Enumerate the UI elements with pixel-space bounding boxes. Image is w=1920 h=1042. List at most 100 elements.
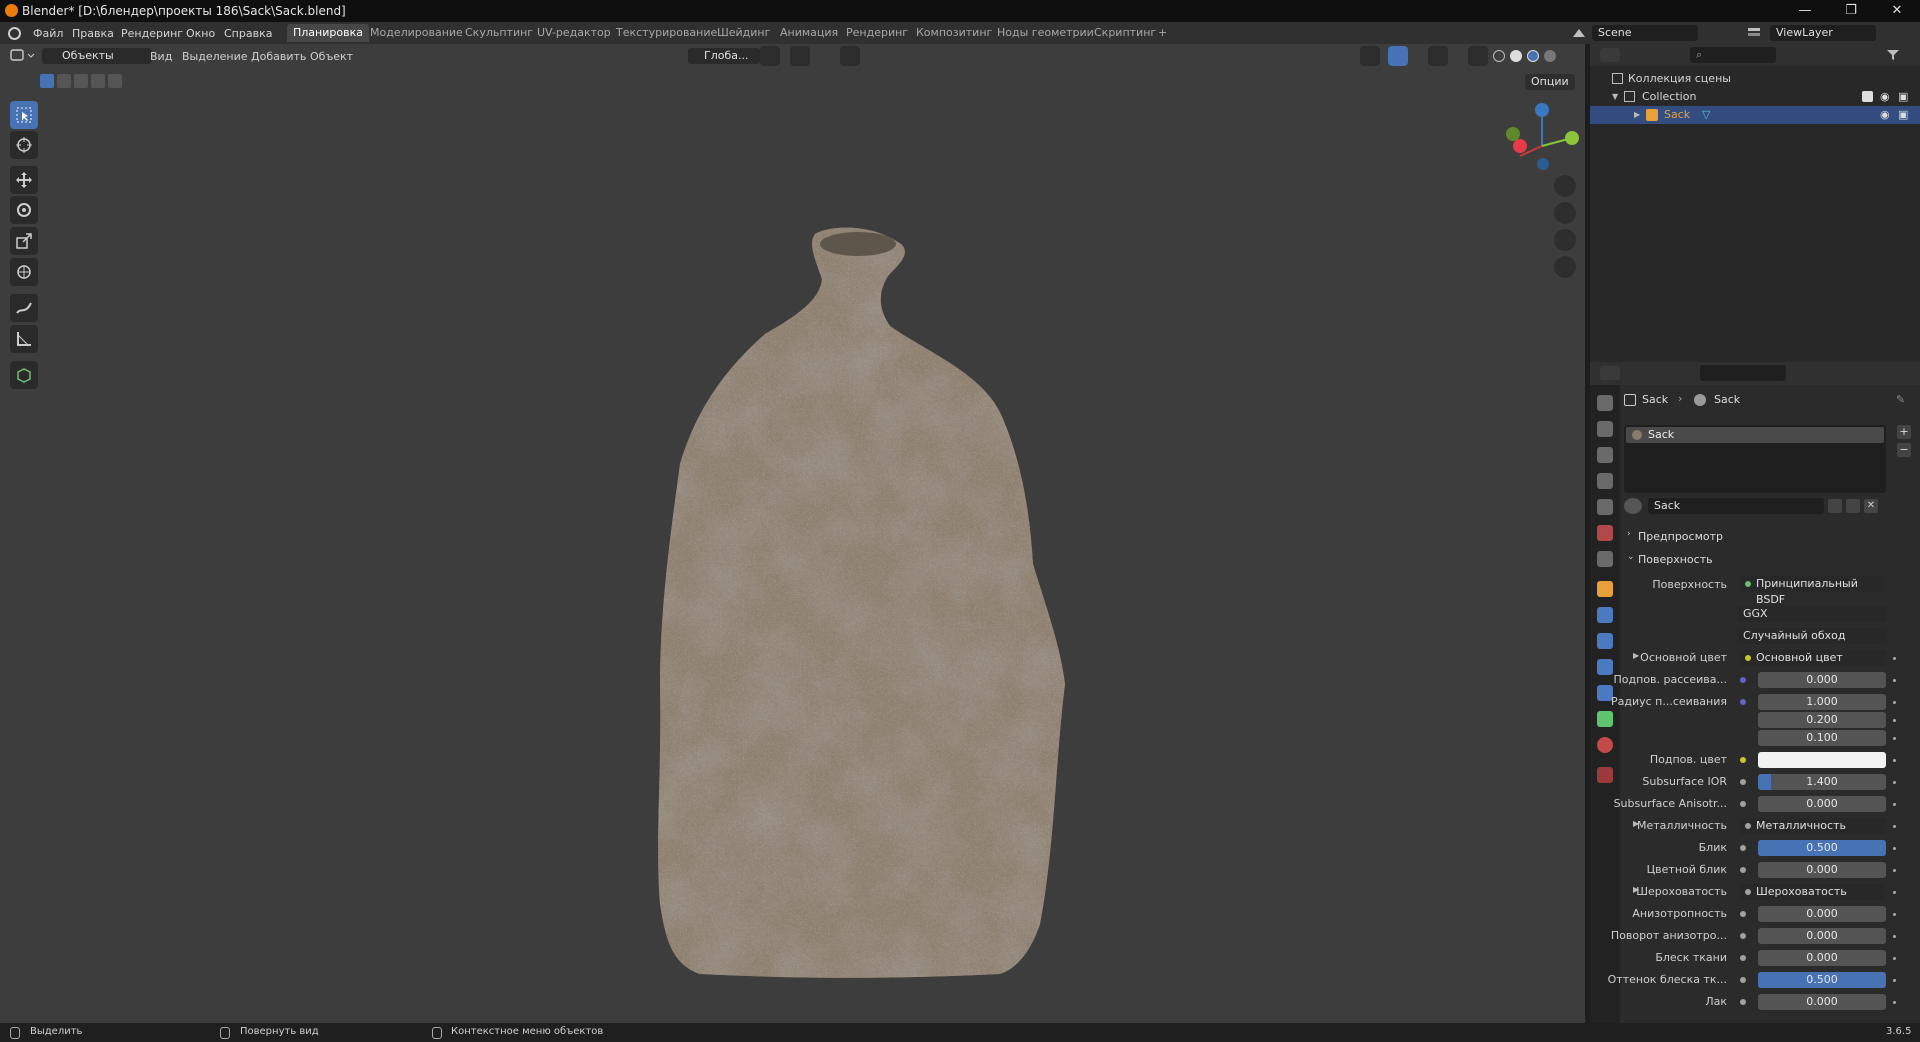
menu-edit[interactable]: Правка xyxy=(72,27,114,40)
rendered-shading-icon[interactable] xyxy=(1544,50,1556,62)
tab-geometry-nodes[interactable]: Ноды геометрии xyxy=(991,24,1100,42)
input-socket-icon[interactable] xyxy=(1740,955,1746,961)
restore-button[interactable]: ❐ xyxy=(1828,0,1874,22)
keyframe-dot-icon[interactable] xyxy=(1893,737,1896,740)
keyframe-dot-icon[interactable] xyxy=(1893,957,1896,960)
visibility-icon[interactable] xyxy=(1360,46,1380,66)
keyframe-dot-icon[interactable] xyxy=(1893,847,1896,850)
3d-viewport[interactable] xyxy=(0,44,1585,1023)
measure-tool[interactable] xyxy=(10,325,38,353)
select-extend-icon[interactable] xyxy=(57,74,71,88)
editor-type-icon[interactable] xyxy=(10,47,36,63)
wireframe-shading-icon[interactable] xyxy=(1493,50,1505,62)
mesh-data-tab-icon[interactable] xyxy=(1597,711,1613,727)
tab-shading[interactable]: Шейдинг xyxy=(711,24,776,42)
filter-icon[interactable] xyxy=(1886,48,1900,62)
view-layer-field[interactable]: ViewLayer xyxy=(1770,25,1876,41)
menu-file[interactable]: Файл xyxy=(33,27,63,40)
numeric-field[interactable]: 0.500 xyxy=(1758,972,1886,988)
rotate-tool[interactable] xyxy=(10,196,38,224)
tab-animation[interactable]: Анимация xyxy=(774,24,844,42)
fake-user-icon[interactable] xyxy=(1828,499,1842,513)
pin-icon[interactable]: ✎ xyxy=(1896,393,1905,406)
editor-type-icon[interactable] xyxy=(1600,366,1620,380)
properties-search-input[interactable] xyxy=(1700,365,1786,381)
neg-z-axis-icon[interactable] xyxy=(1537,158,1549,170)
collection-tab-icon[interactable] xyxy=(1597,551,1613,567)
close-button[interactable]: ✕ xyxy=(1874,0,1920,22)
input-socket-icon[interactable] xyxy=(1740,757,1746,763)
select-subtract-icon[interactable] xyxy=(74,74,88,88)
numeric-field[interactable]: 0.000 xyxy=(1758,672,1886,688)
keyframe-dot-icon[interactable] xyxy=(1893,719,1896,722)
keyframe-dot-icon[interactable] xyxy=(1893,891,1896,894)
keyframe-dot-icon[interactable] xyxy=(1893,979,1896,982)
xray-icon[interactable] xyxy=(1468,46,1488,66)
numeric-field[interactable]: 0.000 xyxy=(1758,862,1886,878)
x-axis-icon[interactable] xyxy=(1513,139,1527,153)
keyframe-dot-icon[interactable] xyxy=(1893,679,1896,682)
camera-icon[interactable]: ▣ xyxy=(1898,106,1908,124)
sack-model[interactable] xyxy=(0,44,1585,1023)
eye-icon[interactable]: ◉ xyxy=(1880,88,1890,106)
menu-render[interactable]: Рендеринг xyxy=(121,27,183,40)
subsurface-method-dropdown[interactable]: Случайный обход xyxy=(1737,628,1887,644)
linked-input-button[interactable]: Основной цвет xyxy=(1740,650,1886,666)
navigation-gizmo[interactable] xyxy=(1500,96,1584,176)
proportional-edit-icon[interactable] xyxy=(840,46,860,66)
numeric-field[interactable]: 0.100 xyxy=(1758,730,1886,746)
minimize-button[interactable]: — xyxy=(1782,0,1828,22)
keyframe-dot-icon[interactable] xyxy=(1893,759,1896,762)
add-workspace-button[interactable]: + xyxy=(1152,24,1173,42)
pan-hand-icon[interactable] xyxy=(1554,202,1576,224)
numeric-field[interactable]: 0.000 xyxy=(1758,950,1886,966)
render-tab-icon[interactable] xyxy=(1597,421,1613,437)
input-socket-icon[interactable] xyxy=(1740,911,1746,917)
material-browse-icon[interactable] xyxy=(1624,498,1642,514)
world-tab-icon[interactable] xyxy=(1597,525,1613,541)
y-axis-icon[interactable] xyxy=(1565,131,1579,145)
camera-view-icon[interactable] xyxy=(1554,229,1576,251)
cursor-tool[interactable] xyxy=(10,131,38,159)
duplicate-icon[interactable] xyxy=(1846,499,1860,513)
scale-tool[interactable] xyxy=(10,227,38,255)
tab-compositing[interactable]: Композитинг xyxy=(910,24,998,42)
numeric-field[interactable]: 0.000 xyxy=(1758,906,1886,922)
mesh-data-icon[interactable]: ▽ xyxy=(1702,106,1710,124)
chevron-down-icon[interactable]: ⌄ xyxy=(1627,552,1635,562)
output-tab-icon[interactable] xyxy=(1597,447,1613,463)
mode-selector[interactable]: Объекты xyxy=(42,48,152,64)
input-socket-icon[interactable] xyxy=(1740,933,1746,939)
input-socket-icon[interactable] xyxy=(1740,845,1746,851)
numeric-field[interactable]: 1.400 xyxy=(1758,774,1886,790)
input-socket-icon[interactable] xyxy=(1740,801,1746,807)
numeric-field[interactable]: 0.000 xyxy=(1758,796,1886,812)
keyframe-dot-icon[interactable] xyxy=(1893,803,1896,806)
pivot-point-icon[interactable] xyxy=(760,46,780,66)
material-shading-icon[interactable] xyxy=(1527,50,1539,62)
input-socket-icon[interactable] xyxy=(1740,977,1746,983)
outliner-row-collection[interactable]: ▼ Collection ◉ ▣ xyxy=(1590,88,1920,106)
numeric-field[interactable]: 0.000 xyxy=(1758,928,1886,944)
chevron-right-icon[interactable]: › xyxy=(1627,529,1631,539)
outliner-row-sack[interactable]: ▶ Sack ▽ ◉ ▣ xyxy=(1590,106,1920,124)
tab-rendering[interactable]: Рендеринг xyxy=(840,24,914,42)
zoom-icon[interactable] xyxy=(1554,175,1576,197)
move-tool[interactable] xyxy=(10,166,38,194)
annotate-tool[interactable] xyxy=(10,294,38,322)
camera-icon[interactable]: ▣ xyxy=(1898,88,1908,106)
numeric-field[interactable]: 1.000 xyxy=(1758,694,1886,710)
menu-help[interactable]: Справка xyxy=(224,27,272,40)
menu-view[interactable]: Вид xyxy=(150,50,172,63)
select-intersect-icon[interactable] xyxy=(108,74,122,88)
eye-icon[interactable]: ◉ xyxy=(1880,106,1890,124)
tab-layout[interactable]: Планировка xyxy=(287,24,369,42)
tool-tab-icon[interactable] xyxy=(1597,395,1613,411)
remove-slot-button[interactable]: − xyxy=(1897,443,1911,457)
z-axis-icon[interactable] xyxy=(1535,103,1549,117)
surface-section-header[interactable]: Поверхность xyxy=(1638,553,1713,566)
input-socket-icon[interactable] xyxy=(1740,779,1746,785)
input-socket-icon[interactable] xyxy=(1740,867,1746,873)
material-tab-icon[interactable] xyxy=(1597,737,1613,753)
input-socket-icon[interactable] xyxy=(1740,699,1746,705)
